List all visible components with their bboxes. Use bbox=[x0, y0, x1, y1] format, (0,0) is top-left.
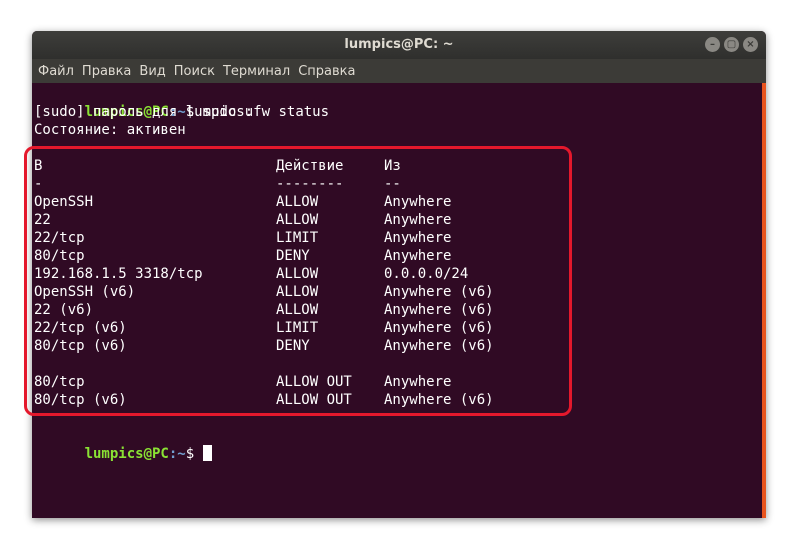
menu-terminal[interactable]: Терминал bbox=[223, 64, 290, 79]
highlight-box bbox=[24, 146, 572, 416]
command-line: lumpics@PC:~$ sudo ufw status bbox=[34, 85, 329, 120]
menu-help[interactable]: Справка bbox=[298, 64, 355, 79]
prompt-line: lumpics@PC:~$ bbox=[34, 427, 213, 462]
window-controls: – ▢ × bbox=[705, 37, 758, 52]
maximize-icon[interactable]: ▢ bbox=[724, 37, 739, 52]
prompt-path: :~ bbox=[168, 446, 186, 462]
sudo-password-line: [sudo] пароль для lumpics: bbox=[34, 104, 254, 120]
menu-file[interactable]: Файл bbox=[38, 64, 74, 79]
status-line: Состояние: активен bbox=[34, 122, 186, 138]
menu-search[interactable]: Поиск bbox=[174, 64, 215, 79]
menu-edit[interactable]: Правка bbox=[82, 64, 131, 79]
close-icon[interactable]: × bbox=[743, 37, 758, 52]
cursor bbox=[203, 445, 213, 461]
scrollbar[interactable] bbox=[762, 83, 766, 518]
menu-bar: Файл Правка Вид Поиск Терминал Справка bbox=[32, 59, 766, 83]
prompt-symbol: $ bbox=[185, 446, 195, 462]
window-title: lumpics@PC: ~ bbox=[344, 37, 454, 52]
minimize-icon[interactable]: – bbox=[705, 37, 720, 52]
title-bar[interactable]: lumpics@PC: ~ – ▢ × bbox=[32, 31, 766, 59]
menu-view[interactable]: Вид bbox=[139, 64, 165, 79]
prompt-user: lumpics@PC bbox=[84, 446, 169, 462]
